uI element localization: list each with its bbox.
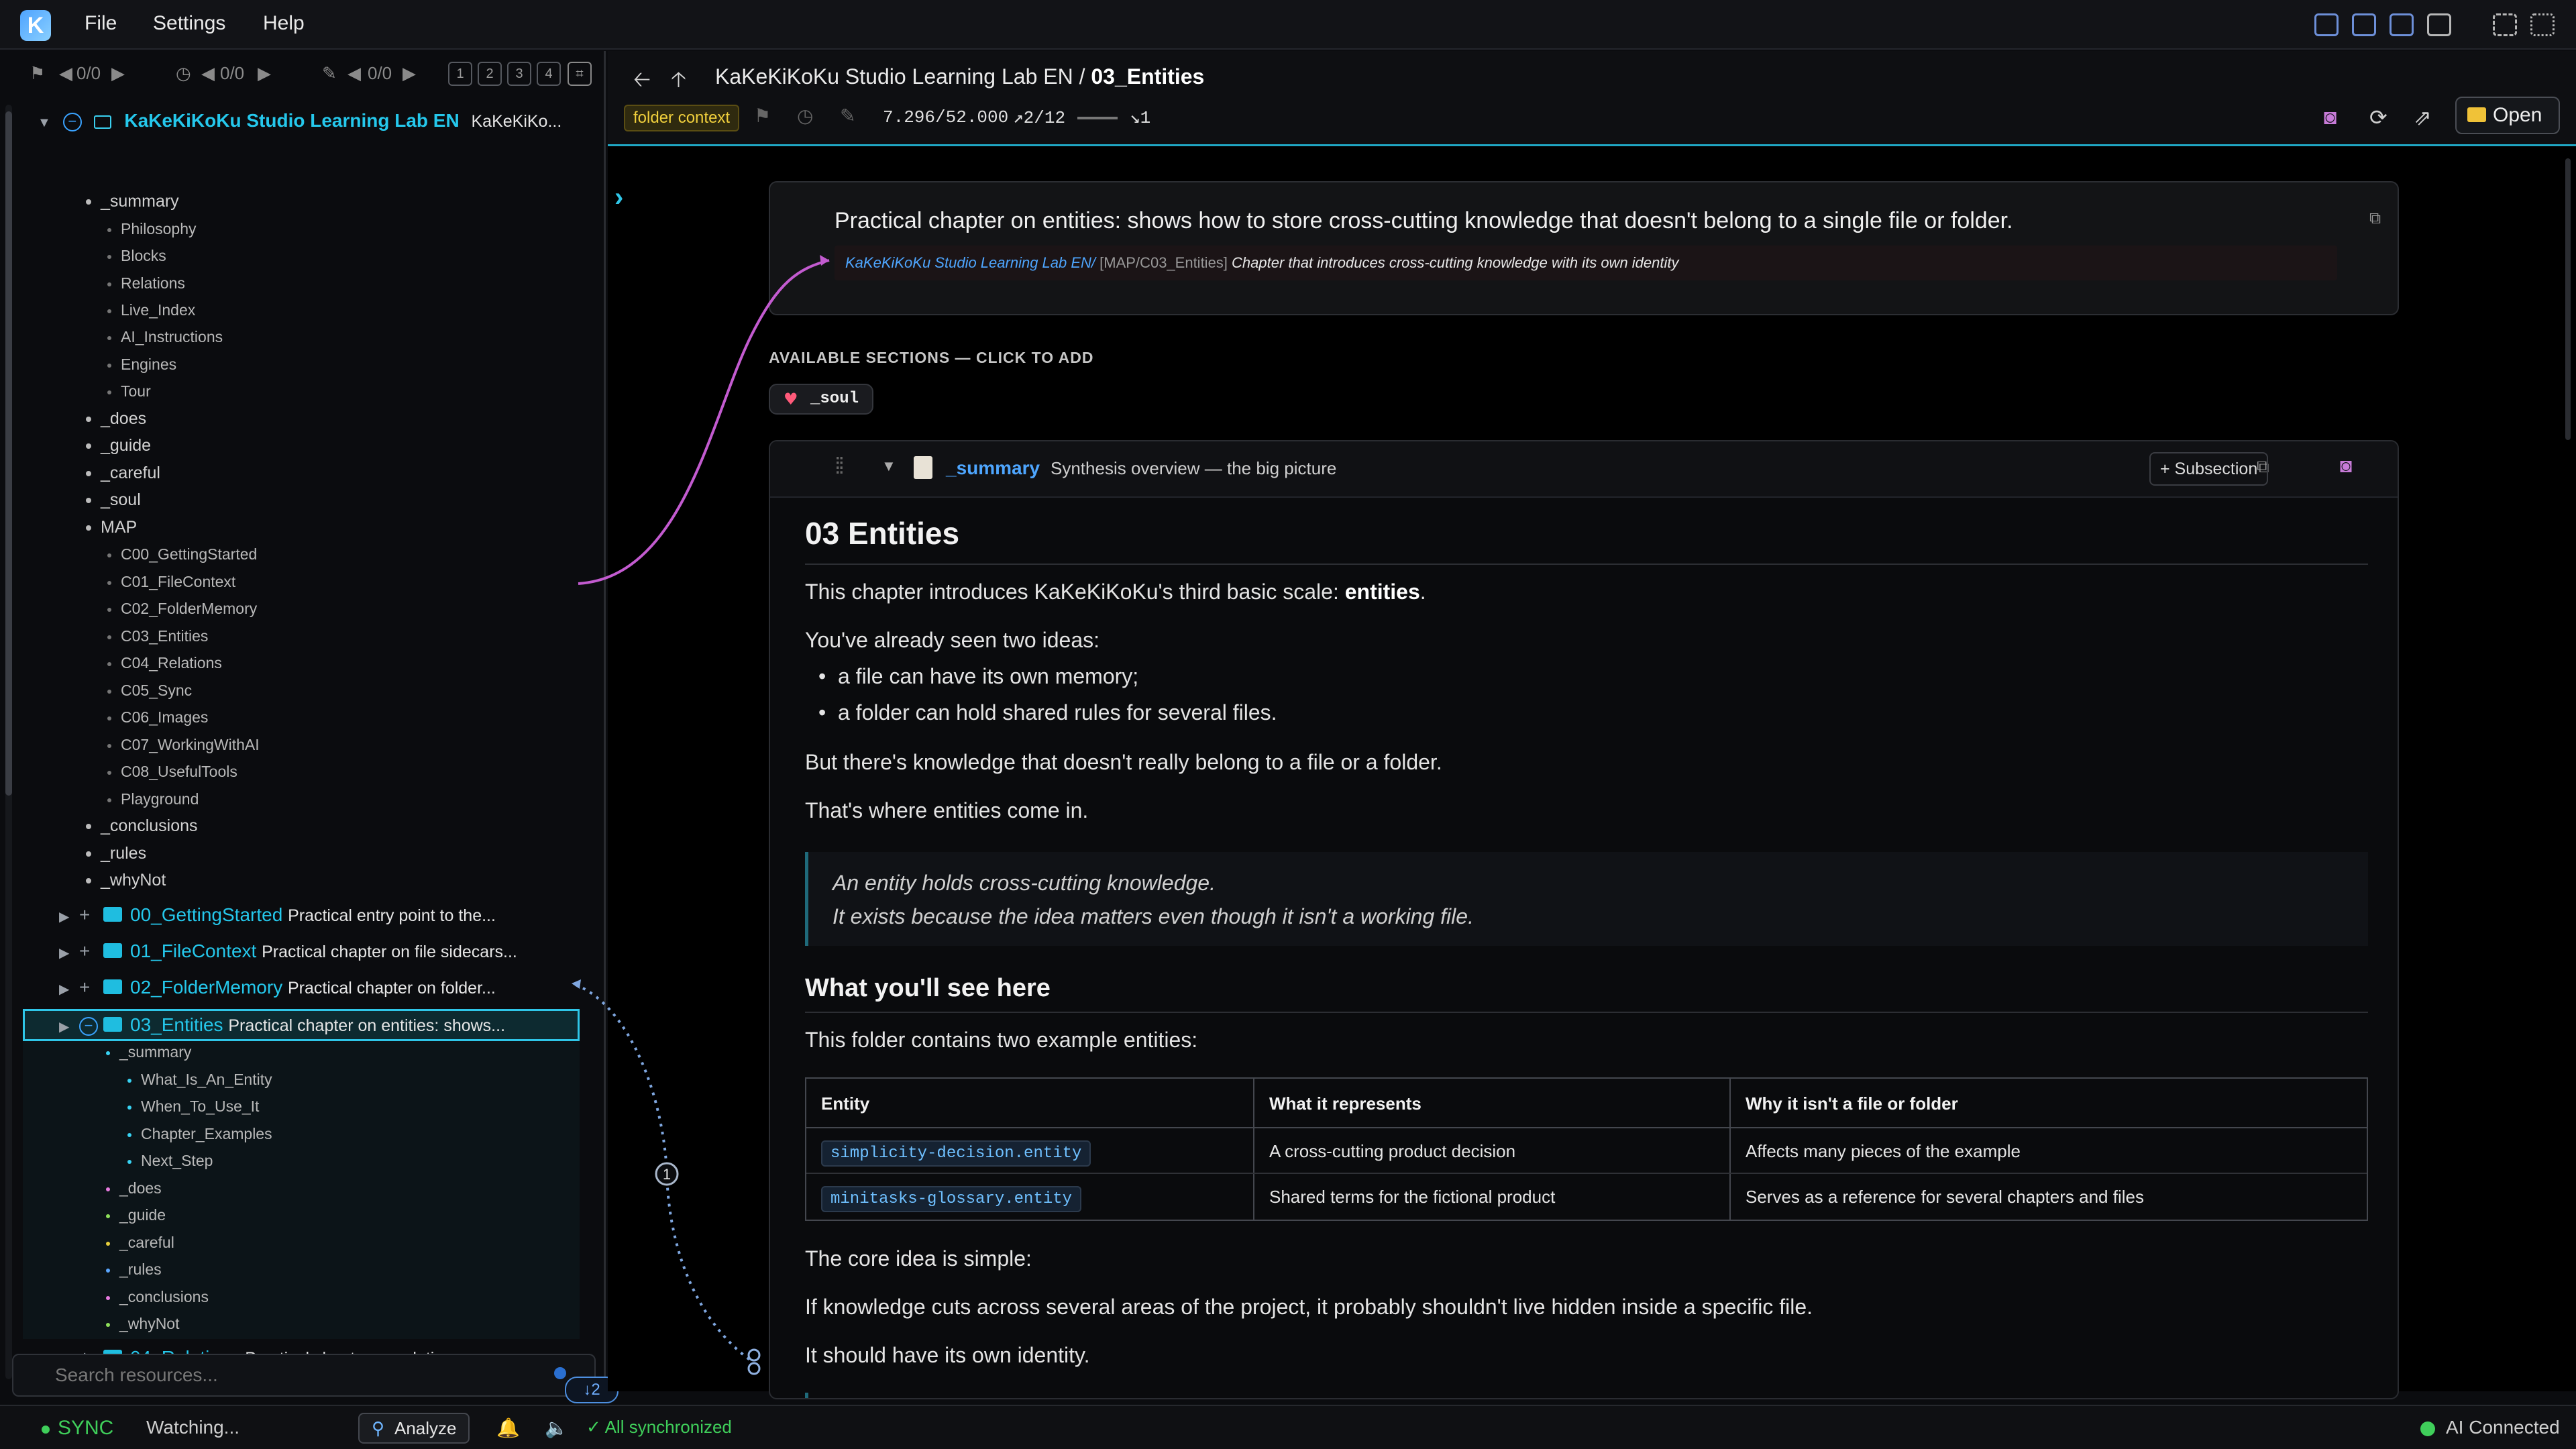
link-end-node[interactable] — [747, 1348, 761, 1362]
bell-icon[interactable]: 🔔 — [496, 1417, 520, 1439]
sync-dot-icon — [42, 1426, 50, 1434]
arrowhead-icon — [572, 979, 581, 989]
watching-status: Watching... — [146, 1417, 240, 1438]
status-bar: SYNC Watching... ⚲ Analyze 🔔 🔈 ✓ All sync… — [0, 1405, 2576, 1449]
analyze-button[interactable]: ⚲ Analyze — [358, 1413, 470, 1444]
sync-status: ✓ All synchronized — [586, 1417, 732, 1437]
speaker-icon[interactable]: 🔈 — [545, 1417, 568, 1439]
relation-link-path — [578, 259, 830, 585]
search-icon: ⚲ — [372, 1418, 385, 1438]
ai-status-dot-icon — [2420, 1421, 2435, 1436]
arrowhead-icon — [820, 255, 829, 266]
relation-connectors: 1 — [572, 255, 830, 1375]
link-badge-count: 1 — [663, 1166, 671, 1183]
ai-status: AI Connected — [2446, 1417, 2560, 1438]
link-end-node[interactable] — [747, 1362, 761, 1375]
sync-label[interactable]: SYNC — [58, 1417, 113, 1440]
